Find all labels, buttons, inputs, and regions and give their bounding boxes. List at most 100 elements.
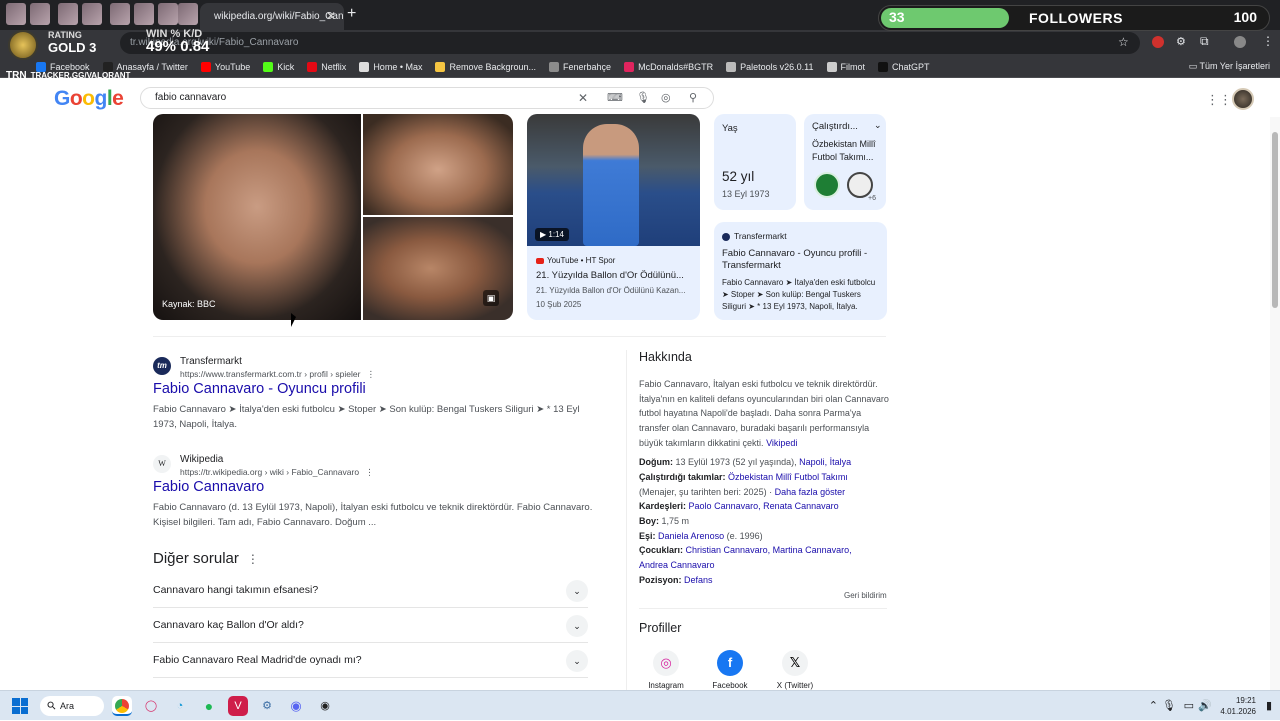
tab-thumbnail[interactable] [58,3,78,25]
children-link[interactable]: Andrea Cannavaro [639,560,715,570]
profile-avatar[interactable] [1234,36,1246,48]
tab-thumbnail[interactable] [82,3,102,25]
fact-position: Pozisyon: Defans [639,575,713,585]
x-icon: 𝕏 [782,650,808,676]
search-input[interactable]: fabio cannavaro ✕ ⌨ 🎙 ◎ ⚲ [140,87,714,109]
result-title-link[interactable]: Fabio Cannavaro [153,479,264,495]
bookmark-paletools[interactable]: Paletools v26.0.11 [726,61,814,72]
tab-thumbnail[interactable] [158,3,178,25]
siblings-link[interactable]: Paolo Cannavaro, Renata Cannavaro [689,501,839,511]
chevron-down-icon[interactable]: ⌄ [566,650,588,672]
wikipedia-link[interactable]: Vikipedi [766,438,797,448]
bookmark-removebg[interactable]: Remove Backgroun... [435,61,536,72]
faq-item[interactable]: Cannavaro hangi takımın efsanesi? ⌄ [153,573,588,608]
bookmark-max[interactable]: Home • Max [359,61,422,72]
faq-item[interactable]: Cannavaro kaç Ballon d'Or aldı? ⌄ [153,608,588,643]
portrait-image[interactable] [153,114,361,320]
fact-children: Çocukları: Christian Cannavaro, Martina … [639,545,852,555]
menu-kebab-icon[interactable]: ⋮ [1262,34,1274,48]
age-label: Yaş [722,123,738,134]
tab-thumbnail[interactable] [134,3,154,25]
scrollbar-thumb[interactable] [1272,132,1278,308]
fact-spouse: Eşi: Daniela Arenoso (e. 1996) [639,531,763,541]
filmot-icon [826,61,837,72]
transfermarkt-card[interactable]: Transfermarkt Fabio Cannavaro - Oyuncu p… [714,222,887,320]
profile-x[interactable]: 𝕏X (Twitter) [765,650,825,690]
clock[interactable]: 19:21 4.01.2026 [1196,695,1256,717]
tab-thumbnail[interactable] [110,3,130,25]
bookmark-netflix[interactable]: Netflix [307,61,346,72]
children-link[interactable]: Christian Cannavaro, Martina Cannavaro, [686,545,852,555]
close-tab-icon[interactable]: ✕ [326,9,336,23]
extensions-puzzle-icon[interactable]: ⧉ [1200,34,1209,49]
faq-question: Cannavaro hangi takımın efsanesi? [153,584,319,596]
profile-facebook[interactable]: f Facebook [700,650,760,690]
column-divider [626,350,627,690]
active-tab-title: wikipedia.org/wiki/Fabio_Cann [214,11,344,22]
new-tab-icon[interactable]: + [347,5,356,23]
show-more-link[interactable]: Daha fazla göster [775,487,846,497]
windows-start-icon[interactable] [12,698,28,714]
chevron-down-icon[interactable]: ⌄ [566,615,588,637]
feedback-link[interactable]: Geri bildirim [844,591,887,600]
extension-icon[interactable]: ⚙ [1176,35,1186,48]
network-app-icon[interactable]: ⚙ [257,696,277,716]
age-card[interactable]: Yaş 52 yıl 13 Eyl 1973 [714,114,796,210]
profile-instagram[interactable]: ◎ Instagram [636,650,696,690]
faq-question: Cannavaro kaç Ballon d'Or aldı? [153,619,304,631]
star-icon[interactable]: ☆ [1118,35,1129,49]
more-options-icon[interactable]: ⋮ [365,467,374,477]
teams-card[interactable]: Çalıştırdı... ⌄ Özbekistan Millî Futbol T… [804,114,886,210]
chatgpt-icon [878,61,888,72]
keyboard-icon[interactable]: ⌨ [607,88,623,108]
google-logo[interactable]: Google [54,87,124,111]
opera-icon[interactable]: ◯ [141,696,161,716]
obs-icon[interactable]: ◉ [315,696,335,716]
faq-item[interactable]: Fabio Cannavaro Real Madrid'de oynadı mı… [153,643,588,678]
more-images-icon[interactable]: ▣ [483,290,499,306]
all-bookmarks-folder[interactable]: ▭ Tüm Yer İşaretleri [1189,61,1270,72]
chrome-icon[interactable] [112,696,132,716]
more-teams-count: +6 [868,195,876,202]
bookmark-filmot[interactable]: Filmot [826,61,865,72]
position-link[interactable]: Defans [684,575,713,585]
portrait-image[interactable] [363,114,513,215]
discord-icon[interactable]: ◉ [286,696,306,716]
chevron-down-icon[interactable]: ⌄ [566,580,588,602]
profiles-heading: Profiller [639,621,682,635]
active-tab[interactable]: wikipedia.org/wiki/Fabio_Cann ✕ [200,3,344,30]
microphone-icon[interactable]: 🎙 [636,88,650,108]
tab-thumbnail[interactable] [30,3,50,25]
bookmark-fenerbahce[interactable]: Fenerbahçe [549,61,611,72]
video-description: 21. Yüzyılda Ballon d'Or Ödülünü Kazan..… [536,286,686,295]
spotify-icon[interactable]: ● [199,696,219,716]
notification-icon[interactable]: ▮ [1266,699,1272,712]
spouse-link[interactable]: Daniela Arenoso [658,531,724,541]
tab-thumbnail[interactable] [178,3,198,25]
birth-place-link[interactable]: Napoli, İtalya [799,457,851,467]
chevron-down-icon[interactable]: ⌄ [874,120,882,131]
search-icon[interactable]: ⚲ [689,88,697,108]
microphone-icon[interactable]: 🎙 [1162,699,1176,712]
tab-thumbnail[interactable] [6,3,26,25]
result-title-link[interactable]: Fabio Cannavaro - Oyuncu profili [153,381,366,397]
taskbar-search[interactable]: Ara [40,696,104,716]
lens-icon[interactable]: ◎ [661,88,671,108]
chevron-up-icon[interactable]: ⌃ [1149,699,1158,712]
account-avatar[interactable] [1232,88,1254,110]
bookmark-chatgpt[interactable]: ChatGPT [878,61,930,72]
removebg-icon [435,61,446,72]
edge-icon[interactable]: ◔ [170,696,190,716]
team-link[interactable]: Özbekistan Millî Futbol Takımı [728,472,848,482]
address-bar[interactable]: tr.wikipedia.org/wiki/Fabio_Cannavaro [120,32,1140,54]
more-options-icon[interactable]: ⋮ [366,369,375,379]
valorant-icon[interactable]: V [228,696,248,716]
rank-badge-icon [8,30,38,60]
more-options-icon[interactable]: ⋮ [247,552,259,566]
display-icon[interactable]: ▭ [1184,699,1194,712]
video-card[interactable]: ▶ 1:14 YouTube • HT Spor 21. Yüzyılda Ba… [527,114,700,320]
bookmark-kick[interactable]: Kick [263,61,294,72]
clear-icon[interactable]: ✕ [578,88,588,108]
bookmark-mcdonalds[interactable]: McDonalds#BGTR [624,61,713,72]
extension-icon[interactable] [1152,36,1164,48]
